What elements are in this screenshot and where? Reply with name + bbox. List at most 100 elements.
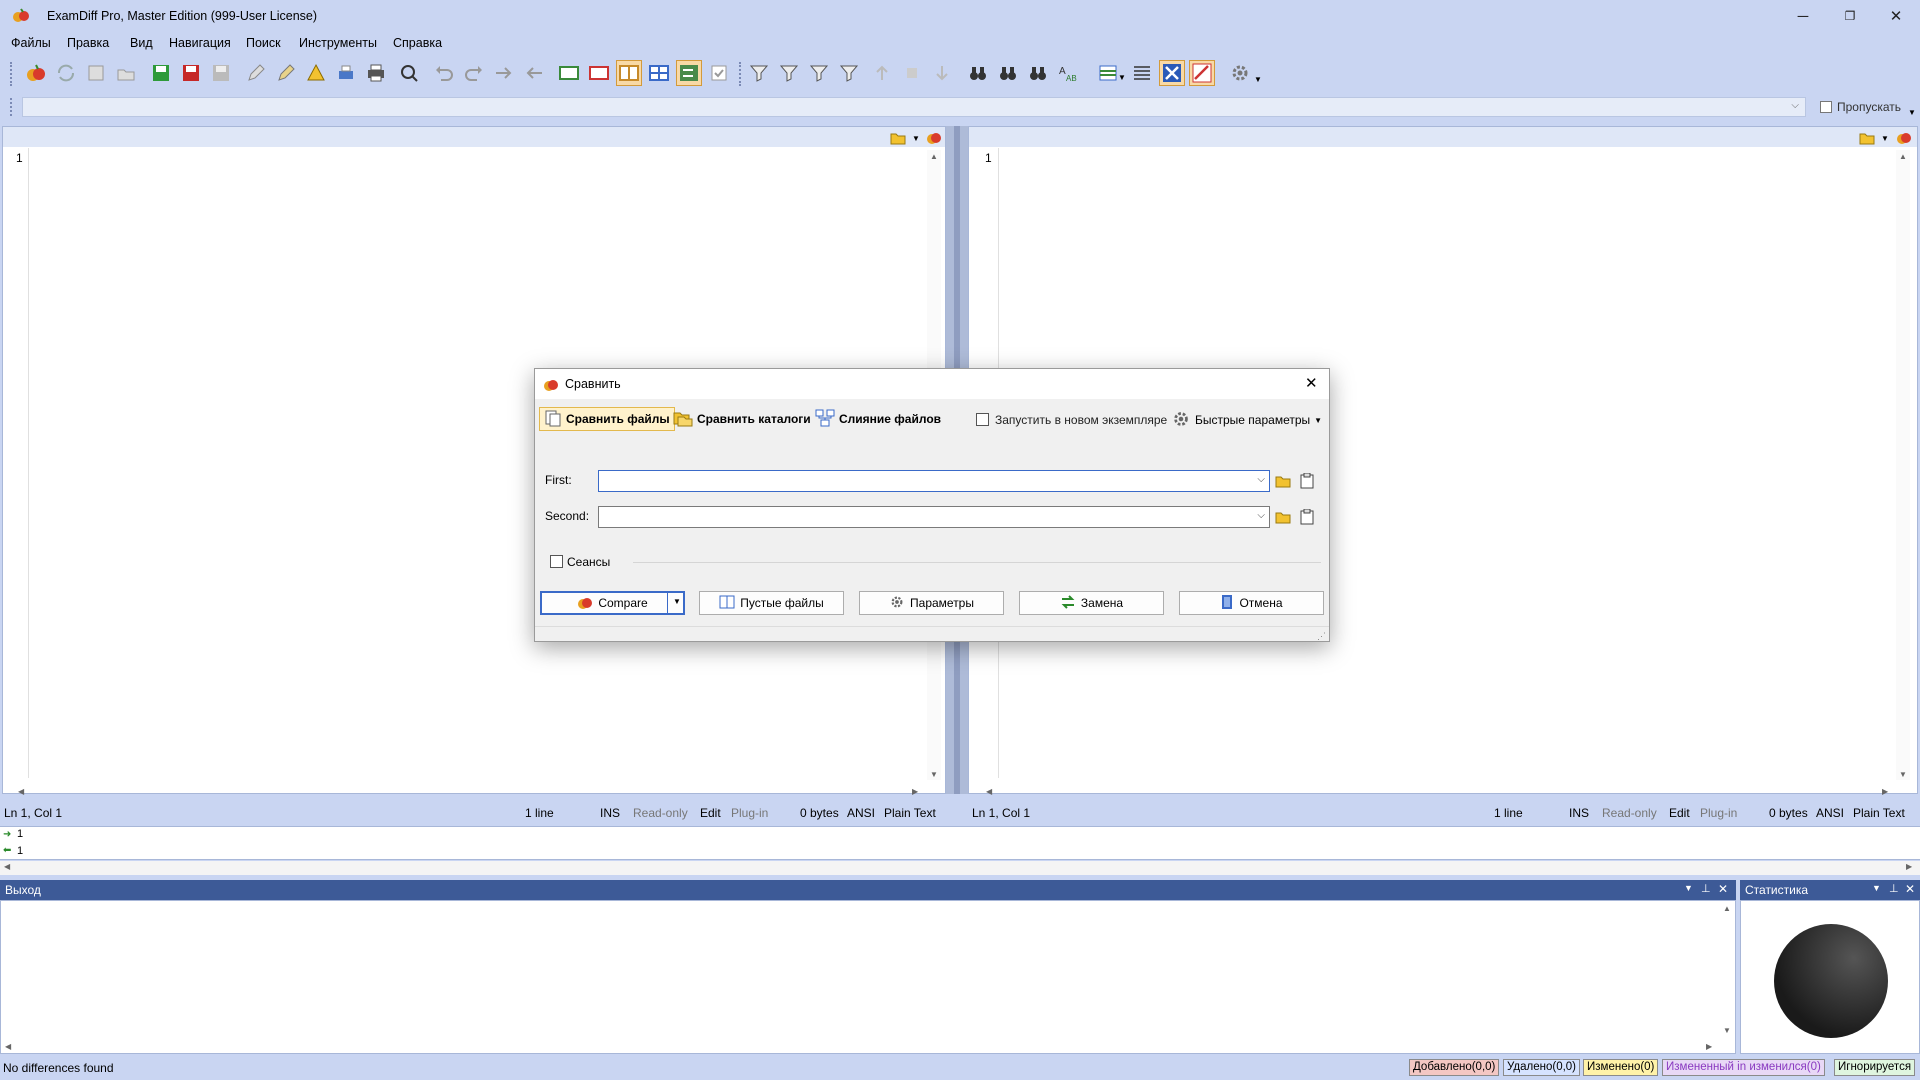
scroll-right-icon[interactable]: ▶ <box>1706 1042 1712 1051</box>
find-button[interactable] <box>965 60 991 86</box>
scroll-down-icon[interactable]: ▼ <box>1899 770 1907 779</box>
second-path-combobox[interactable]: ⌵ <box>598 506 1270 528</box>
find-prev-button[interactable] <box>1025 60 1051 86</box>
tab-merge-files[interactable]: Слияние файлов <box>811 407 945 431</box>
right-horizontal-scrollbar[interactable]: ◀ ▶ <box>982 787 1894 799</box>
scroll-up-icon[interactable]: ▲ <box>1723 904 1731 913</box>
save-as-button[interactable] <box>178 60 204 86</box>
new-instance-checkbox[interactable] <box>976 413 989 426</box>
right-open-button[interactable] <box>1859 131 1875 145</box>
resize-grip-icon[interactable]: ⋰ <box>1317 631 1326 642</box>
current-diff-button[interactable] <box>899 60 925 86</box>
close-window-button[interactable]: ✕ <box>1873 0 1919 32</box>
dialog-close-icon[interactable]: ✕ <box>1305 374 1318 392</box>
empty-files-button[interactable]: Пустые файлы <box>699 591 844 615</box>
find-next-button[interactable] <box>995 60 1021 86</box>
check-button[interactable] <box>706 60 732 86</box>
left-horizontal-scrollbar[interactable]: ◀ ▶ <box>12 787 924 799</box>
scroll-up-icon[interactable]: ▲ <box>1899 152 1907 161</box>
output-pin-icon[interactable]: ⊥ <box>1701 882 1711 895</box>
scroll-right-icon[interactable]: ▶ <box>1882 787 1888 796</box>
edit-options-button[interactable] <box>1189 60 1215 86</box>
left-open-button[interactable] <box>890 131 906 145</box>
print-button[interactable] <box>363 60 389 86</box>
second-browse-button[interactable] <box>1272 506 1294 528</box>
output-vertical-scrollbar[interactable]: ▲ ▼ <box>1720 902 1734 1038</box>
undo-button[interactable] <box>431 60 457 86</box>
toolbar-grip[interactable] <box>10 62 13 86</box>
redo-button[interactable] <box>461 60 487 86</box>
view-grid-button[interactable] <box>646 60 672 86</box>
right-vertical-scrollbar[interactable]: ▲ ▼ <box>1896 150 1910 780</box>
second-paste-button[interactable] <box>1296 506 1318 528</box>
left-compare-icon[interactable] <box>926 129 942 145</box>
line-diff-view[interactable] <box>0 826 1920 860</box>
filter-button[interactable] <box>746 60 772 86</box>
menu-help[interactable]: Справка <box>393 36 442 50</box>
compare-tool-button[interactable] <box>23 60 49 86</box>
menu-file[interactable]: Файлы <box>11 36 51 50</box>
output-horizontal-scrollbar[interactable]: ◀ ▶ <box>2 1042 1718 1054</box>
copy-left-button[interactable] <box>521 60 547 86</box>
output-panel-body[interactable] <box>0 900 1736 1054</box>
find-preview-button[interactable] <box>396 60 422 86</box>
options-tool-button[interactable] <box>1159 60 1185 86</box>
view-vertical-button[interactable] <box>616 60 642 86</box>
filter-changed-button[interactable] <box>836 60 862 86</box>
scroll-left-icon[interactable]: ◀ <box>4 862 10 871</box>
filter-deleted-button[interactable] <box>806 60 832 86</box>
menu-search[interactable]: Поиск <box>246 36 281 50</box>
refresh-button[interactable] <box>53 60 79 86</box>
tab-compare-files[interactable]: Сравнить файлы <box>539 407 675 431</box>
menu-view[interactable]: Вид <box>130 36 153 50</box>
scroll-down-icon[interactable]: ▼ <box>1723 1026 1731 1035</box>
filter-combobox[interactable]: ⌵ <box>22 97 1806 117</box>
menu-navigation[interactable]: Навигация <box>169 36 231 50</box>
stats-close-icon[interactable]: ✕ <box>1905 882 1915 896</box>
filterbar-grip[interactable] <box>10 98 13 116</box>
next-diff-button[interactable] <box>929 60 955 86</box>
stats-pin-icon[interactable]: ⊥ <box>1889 882 1899 895</box>
scroll-left-icon[interactable]: ◀ <box>18 787 24 796</box>
scroll-up-icon[interactable]: ▲ <box>930 152 938 161</box>
quick-options-button[interactable]: Быстрые параметры ▼ <box>1171 409 1322 431</box>
scroll-down-icon[interactable]: ▼ <box>930 770 938 779</box>
print-preview-button[interactable] <box>333 60 359 86</box>
chevron-down-icon[interactable]: ⌵ <box>1257 510 1265 521</box>
open-folder-button[interactable] <box>113 60 139 86</box>
output-close-icon[interactable]: ✕ <box>1718 882 1728 896</box>
sync-button[interactable] <box>83 60 109 86</box>
right-open-dropdown-icon[interactable]: ▼ <box>1881 134 1889 143</box>
prev-diff-button[interactable] <box>869 60 895 86</box>
sync-scroll-button[interactable] <box>676 60 702 86</box>
scroll-left-icon[interactable]: ◀ <box>5 1042 11 1051</box>
options-button[interactable]: Параметры <box>859 591 1004 615</box>
cancel-button[interactable]: Отмена <box>1179 591 1324 615</box>
restore-button[interactable]: ❐ <box>1827 0 1873 32</box>
edit-left-button[interactable] <box>243 60 269 86</box>
replace-button[interactable]: A AB <box>1055 60 1081 86</box>
menu-tools[interactable]: Инструменты <box>299 36 377 50</box>
sessions-checkbox[interactable] <box>550 555 563 568</box>
save-button[interactable] <box>148 60 174 86</box>
skip-checkbox[interactable] <box>1820 101 1832 113</box>
compare-button[interactable]: Compare ▼ <box>540 591 685 615</box>
view-single-button[interactable] <box>556 60 582 86</box>
chevron-down-icon[interactable]: ⌵ <box>1257 474 1265 485</box>
warning-button[interactable] <box>303 60 329 86</box>
first-paste-button[interactable] <box>1296 470 1318 492</box>
filter-added-button[interactable] <box>776 60 802 86</box>
view-horizontal-button[interactable] <box>586 60 612 86</box>
settings-dropdown-icon[interactable]: ▼ <box>1254 75 1262 84</box>
diff-horizontal-scrollbar[interactable]: ◀ ▶ <box>0 861 1920 875</box>
edit-right-button[interactable] <box>273 60 299 86</box>
output-menu-icon[interactable]: ▼ <box>1684 883 1693 893</box>
tab-compare-dirs[interactable]: Сравнить каталоги <box>669 407 815 431</box>
first-path-combobox[interactable]: ⌵ <box>598 470 1270 492</box>
filterbar-overflow-icon[interactable]: ▼ <box>1908 108 1916 117</box>
compare-dropdown-icon[interactable]: ▼ <box>673 597 681 606</box>
scroll-right-icon[interactable]: ▶ <box>1906 862 1912 871</box>
first-browse-button[interactable] <box>1272 470 1294 492</box>
columns-dropdown-icon[interactable]: ▼ <box>1118 73 1126 82</box>
copy-right-button[interactable] <box>491 60 517 86</box>
